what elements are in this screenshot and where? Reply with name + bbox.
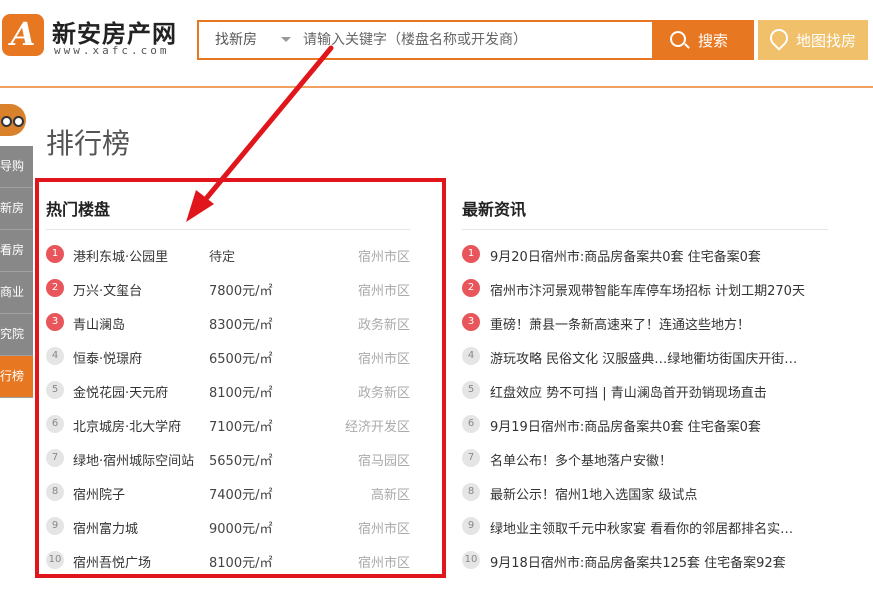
latest-news-heading: 最新资讯 [462,200,527,219]
list-item[interactable]: 3 重磅！萧县一条新高速来了！连通这些地方！ [462,305,832,339]
map-search-label: 地图找房 [796,32,857,50]
search-icon [670,31,686,47]
search-box: 找新房 请输入关键字（楼盘名称或开发商） [197,20,654,60]
highlight-frame [35,178,446,578]
news-link[interactable]: 9月19日宿州市:商品房备案共0套 住宅备案0套 [490,416,830,435]
list-item[interactable]: 6 9月19日宿州市:商品房备案共0套 住宅备案0套 [462,407,832,441]
rank-badge: 6 [462,415,480,433]
list-item[interactable]: 1 9月20日宿州市:商品房备案共0套 住宅备案0套 [462,237,832,271]
rank-badge: 5 [462,381,480,399]
news-link[interactable]: 名单公布！多个基地落户安徽！ [490,450,830,469]
logo-letter: A [10,15,36,53]
logo-url: www.xafc.com [54,44,170,57]
rank-badge: 9 [462,517,480,535]
search-category-select[interactable]: 找新房 [199,22,295,58]
list-item[interactable]: 4 游玩攻略 民俗文化 汉服盛典…绿地衢坊街国庆开街… [462,339,832,373]
side-nav: 导购 新房 看房 商业 究院 行榜 [0,146,33,398]
side-nav-item-active[interactable]: 行榜 [0,356,33,398]
side-nav-item[interactable]: 看房 [0,230,33,272]
rank-badge: 7 [462,449,480,467]
news-link[interactable]: 9月18日宿州市:商品房备案共125套 住宅备案92套 [490,552,830,571]
rank-badge: 4 [462,347,480,365]
list-item[interactable]: 8 最新公示！宿州1地入选国家 级试点 [462,475,832,509]
search-button[interactable]: 搜索 [654,20,754,60]
search-input[interactable]: 请输入关键字（楼盘名称或开发商） [303,22,643,58]
logo-icon[interactable]: A [2,14,44,56]
news-link[interactable]: 红盘效应 势不可挡 | 青山澜岛首开劲销现场直击 [490,382,830,401]
search-category-label: 找新房 [215,32,257,48]
list-item[interactable]: 5 红盘效应 势不可挡 | 青山澜岛首开劲销现场直击 [462,373,832,407]
mascot-icon [0,104,26,136]
site-header: A 新安房产网 www.xafc.com 找新房 请输入关键字（楼盘名称或开发商… [0,0,873,88]
rank-badge: 10 [462,551,480,569]
side-nav-item[interactable]: 新房 [0,188,33,230]
page-title: 排行榜 [46,127,131,160]
side-nav-item[interactable]: 商业 [0,272,33,314]
news-link[interactable]: 最新公示！宿州1地入选国家 级试点 [490,484,830,503]
list-item[interactable]: 9 绿地业主领取千元中秋家宴 看看你的邻居都排名实… [462,509,832,543]
chevron-down-icon [281,37,291,42]
list-item[interactable]: 2 宿州市汴河景观带智能车库停车场招标 计划工期270天 [462,271,832,305]
news-link[interactable]: 重磅！萧县一条新高速来了！连通这些地方！ [490,314,830,333]
news-list: 1 9月20日宿州市:商品房备案共0套 住宅备案0套 2 宿州市汴河景观带智能车库停… [462,237,832,577]
side-nav-item[interactable]: 究院 [0,314,33,356]
divider [462,229,828,230]
rank-badge: 3 [462,313,480,331]
list-item[interactable]: 10 9月18日宿州市:商品房备案共125套 住宅备案92套 [462,543,832,577]
rank-badge: 1 [462,245,480,263]
map-pin-icon [766,25,792,51]
search-button-label: 搜索 [698,32,729,50]
map-search-button[interactable]: 地图找房 [758,20,868,60]
rank-badge: 8 [462,483,480,501]
news-link[interactable]: 游玩攻略 民俗文化 汉服盛典…绿地衢坊街国庆开街… [490,348,830,367]
rank-badge: 2 [462,279,480,297]
news-link[interactable]: 绿地业主领取千元中秋家宴 看看你的邻居都排名实… [490,518,830,537]
list-item[interactable]: 7 名单公布！多个基地落户安徽！ [462,441,832,475]
news-link[interactable]: 9月20日宿州市:商品房备案共0套 住宅备案0套 [490,246,830,265]
news-link[interactable]: 宿州市汴河景观带智能车库停车场招标 计划工期270天 [490,280,830,299]
side-nav-item[interactable]: 导购 [0,146,33,188]
